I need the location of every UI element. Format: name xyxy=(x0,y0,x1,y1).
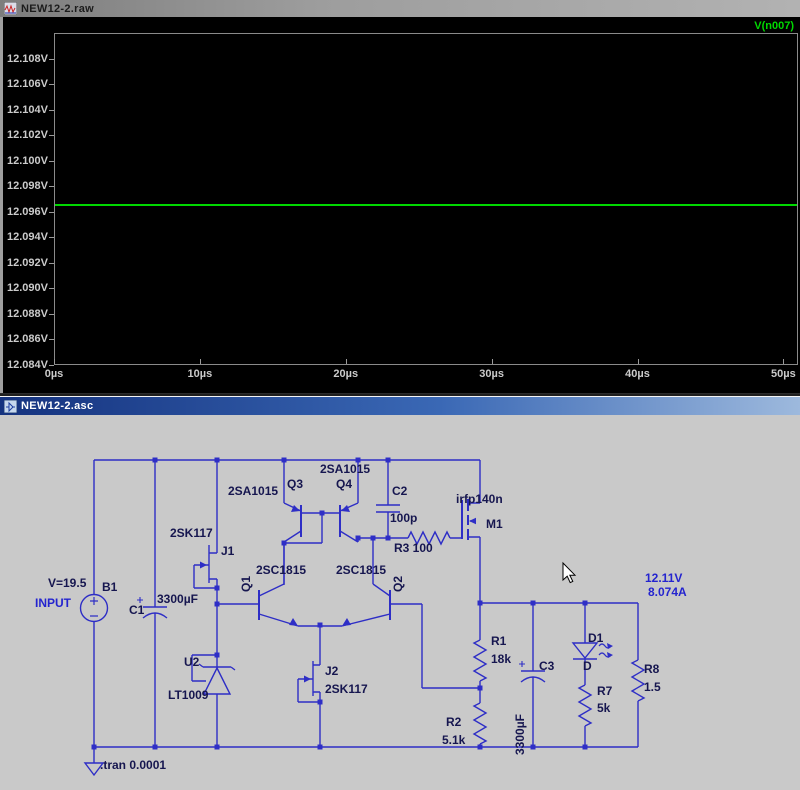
label-tran-directive[interactable]: .tran 0.0001 xyxy=(100,759,166,772)
waveform-titlebar[interactable]: NEW12-2.raw xyxy=(0,0,800,17)
schematic-canvas[interactable]: V=19.5 B1 INPUT C1 3300µF 2SK117 J1 U2 L… xyxy=(0,415,800,790)
label-c1-name[interactable]: C1 xyxy=(129,604,144,617)
label-u2-name[interactable]: U2 xyxy=(184,656,199,669)
y-axis-tick-mark xyxy=(49,212,54,213)
ltspice-app: NEW12-2.raw V(n007) 12.108V 12.106V 12.104… xyxy=(0,0,800,790)
y-axis-tick-label: 12.096V xyxy=(3,206,48,218)
label-output-voltage: 12.11V xyxy=(645,572,682,585)
y-axis-tick-label: 12.088V xyxy=(3,308,48,320)
x-axis-tick-mark xyxy=(492,359,493,364)
y-axis-tick-label: 12.086V xyxy=(3,333,48,345)
label-b1-value[interactable]: V=19.5 xyxy=(48,577,86,590)
x-axis-tick-label: 10µs xyxy=(180,368,220,380)
x-axis-tick-mark xyxy=(200,359,201,364)
y-axis-tick-label: 12.092V xyxy=(3,257,48,269)
label-d1-type[interactable]: D xyxy=(583,660,592,673)
y-axis-tick-mark xyxy=(49,365,54,366)
label-c3-value[interactable]: 3300µF xyxy=(514,714,527,755)
label-q1-type[interactable]: 2SC1815 xyxy=(256,564,306,577)
label-q3-name[interactable]: Q3 xyxy=(287,478,303,491)
label-q4-name[interactable]: Q4 xyxy=(336,478,352,491)
y-axis-tick-mark xyxy=(49,288,54,289)
y-axis-tick-mark xyxy=(49,110,54,111)
mouse-cursor xyxy=(563,563,575,583)
label-m1-name[interactable]: M1 xyxy=(486,518,503,531)
waveform-icon xyxy=(4,2,17,15)
label-r3[interactable]: R3 100 xyxy=(394,542,433,555)
x-axis-tick-label: 30µs xyxy=(472,368,512,380)
label-input-net[interactable]: INPUT xyxy=(35,597,71,610)
x-axis-tick-label: 20µs xyxy=(326,368,366,380)
label-q2-type[interactable]: 2SC1815 xyxy=(336,564,386,577)
label-j1-name[interactable]: J1 xyxy=(221,545,234,558)
label-j1-type[interactable]: 2SK117 xyxy=(170,527,213,540)
label-r7-value[interactable]: 5k xyxy=(597,702,610,715)
trace-legend[interactable]: V(n007) xyxy=(754,20,794,32)
label-j2-type[interactable]: 2SK117 xyxy=(325,683,368,696)
y-axis-tick-mark xyxy=(49,161,54,162)
y-axis-tick-label: 12.100V xyxy=(3,155,48,167)
schematic-window: NEW12-2.asc xyxy=(0,396,800,790)
y-axis-tick-label: 12.094V xyxy=(3,231,48,243)
x-axis-tick-label: 0µs xyxy=(34,368,74,380)
trace-V(n007) xyxy=(55,204,797,206)
label-r2-value[interactable]: 5.1k xyxy=(442,734,465,747)
y-axis-tick-label: 12.108V xyxy=(3,53,48,65)
x-axis-tick-mark xyxy=(346,359,347,364)
waveform-window: NEW12-2.raw V(n007) 12.108V 12.106V 12.104… xyxy=(0,0,800,393)
y-axis-tick-label: 12.090V xyxy=(3,282,48,294)
y-axis-tick-mark xyxy=(49,263,54,264)
x-axis-tick-mark xyxy=(783,359,784,364)
y-axis-tick-mark xyxy=(49,237,54,238)
y-axis-tick-label: 12.098V xyxy=(3,180,48,192)
x-axis-tick-label: 50µs xyxy=(763,368,800,380)
label-b1-name[interactable]: B1 xyxy=(102,581,117,594)
schematic-drawing xyxy=(0,415,800,790)
y-axis-tick-mark xyxy=(49,339,54,340)
label-j2-name[interactable]: J2 xyxy=(325,665,338,678)
y-axis-tick-label: 12.102V xyxy=(3,129,48,141)
label-r1-name[interactable]: R1 xyxy=(491,635,506,648)
label-c2-value[interactable]: 100p xyxy=(390,512,417,525)
label-d1-name[interactable]: D1 xyxy=(588,632,603,645)
label-c1-value[interactable]: 3300µF xyxy=(157,593,198,606)
label-r8-name[interactable]: R8 xyxy=(644,663,659,676)
y-axis-tick-mark xyxy=(49,135,54,136)
label-c2-name[interactable]: C2 xyxy=(392,485,407,498)
y-axis-tick-label: 12.104V xyxy=(3,104,48,116)
label-r7-name[interactable]: R7 xyxy=(597,685,612,698)
label-r8-value[interactable]: 1.5 xyxy=(644,681,661,694)
schematic-titlebar[interactable]: NEW12-2.asc xyxy=(0,397,800,415)
label-u2-type[interactable]: LT1009 xyxy=(168,689,208,702)
x-axis-tick-label: 40µs xyxy=(618,368,658,380)
y-axis-tick-label: 12.106V xyxy=(3,78,48,90)
y-axis-tick-mark xyxy=(49,84,54,85)
plot-client[interactable]: V(n007) 12.108V 12.106V 12.104V 12.102V 12.1… xyxy=(0,17,800,393)
x-axis-tick-mark xyxy=(638,359,639,364)
label-q2-name[interactable]: Q2 xyxy=(392,576,405,592)
y-axis-tick-mark xyxy=(49,314,54,315)
waveform-title: NEW12-2.raw xyxy=(21,3,94,15)
x-axis-tick-mark xyxy=(54,359,55,364)
label-q3-type[interactable]: 2SA1015 xyxy=(228,485,278,498)
label-r2-name[interactable]: R2 xyxy=(446,716,461,729)
label-m1-type[interactable]: irfp140n xyxy=(456,493,503,506)
label-r1-value[interactable]: 18k xyxy=(491,653,511,666)
label-c3-name[interactable]: C3 xyxy=(539,660,554,673)
label-q1-name[interactable]: Q1 xyxy=(240,576,253,592)
y-axis-tick-mark xyxy=(49,186,54,187)
label-q4-type[interactable]: 2SA1015 xyxy=(320,463,370,476)
schematic-icon xyxy=(4,400,17,413)
label-output-current: 8.074A xyxy=(648,586,687,599)
plot-area[interactable] xyxy=(54,33,798,365)
schematic-title: NEW12-2.asc xyxy=(21,400,93,412)
y-axis-tick-mark xyxy=(49,59,54,60)
